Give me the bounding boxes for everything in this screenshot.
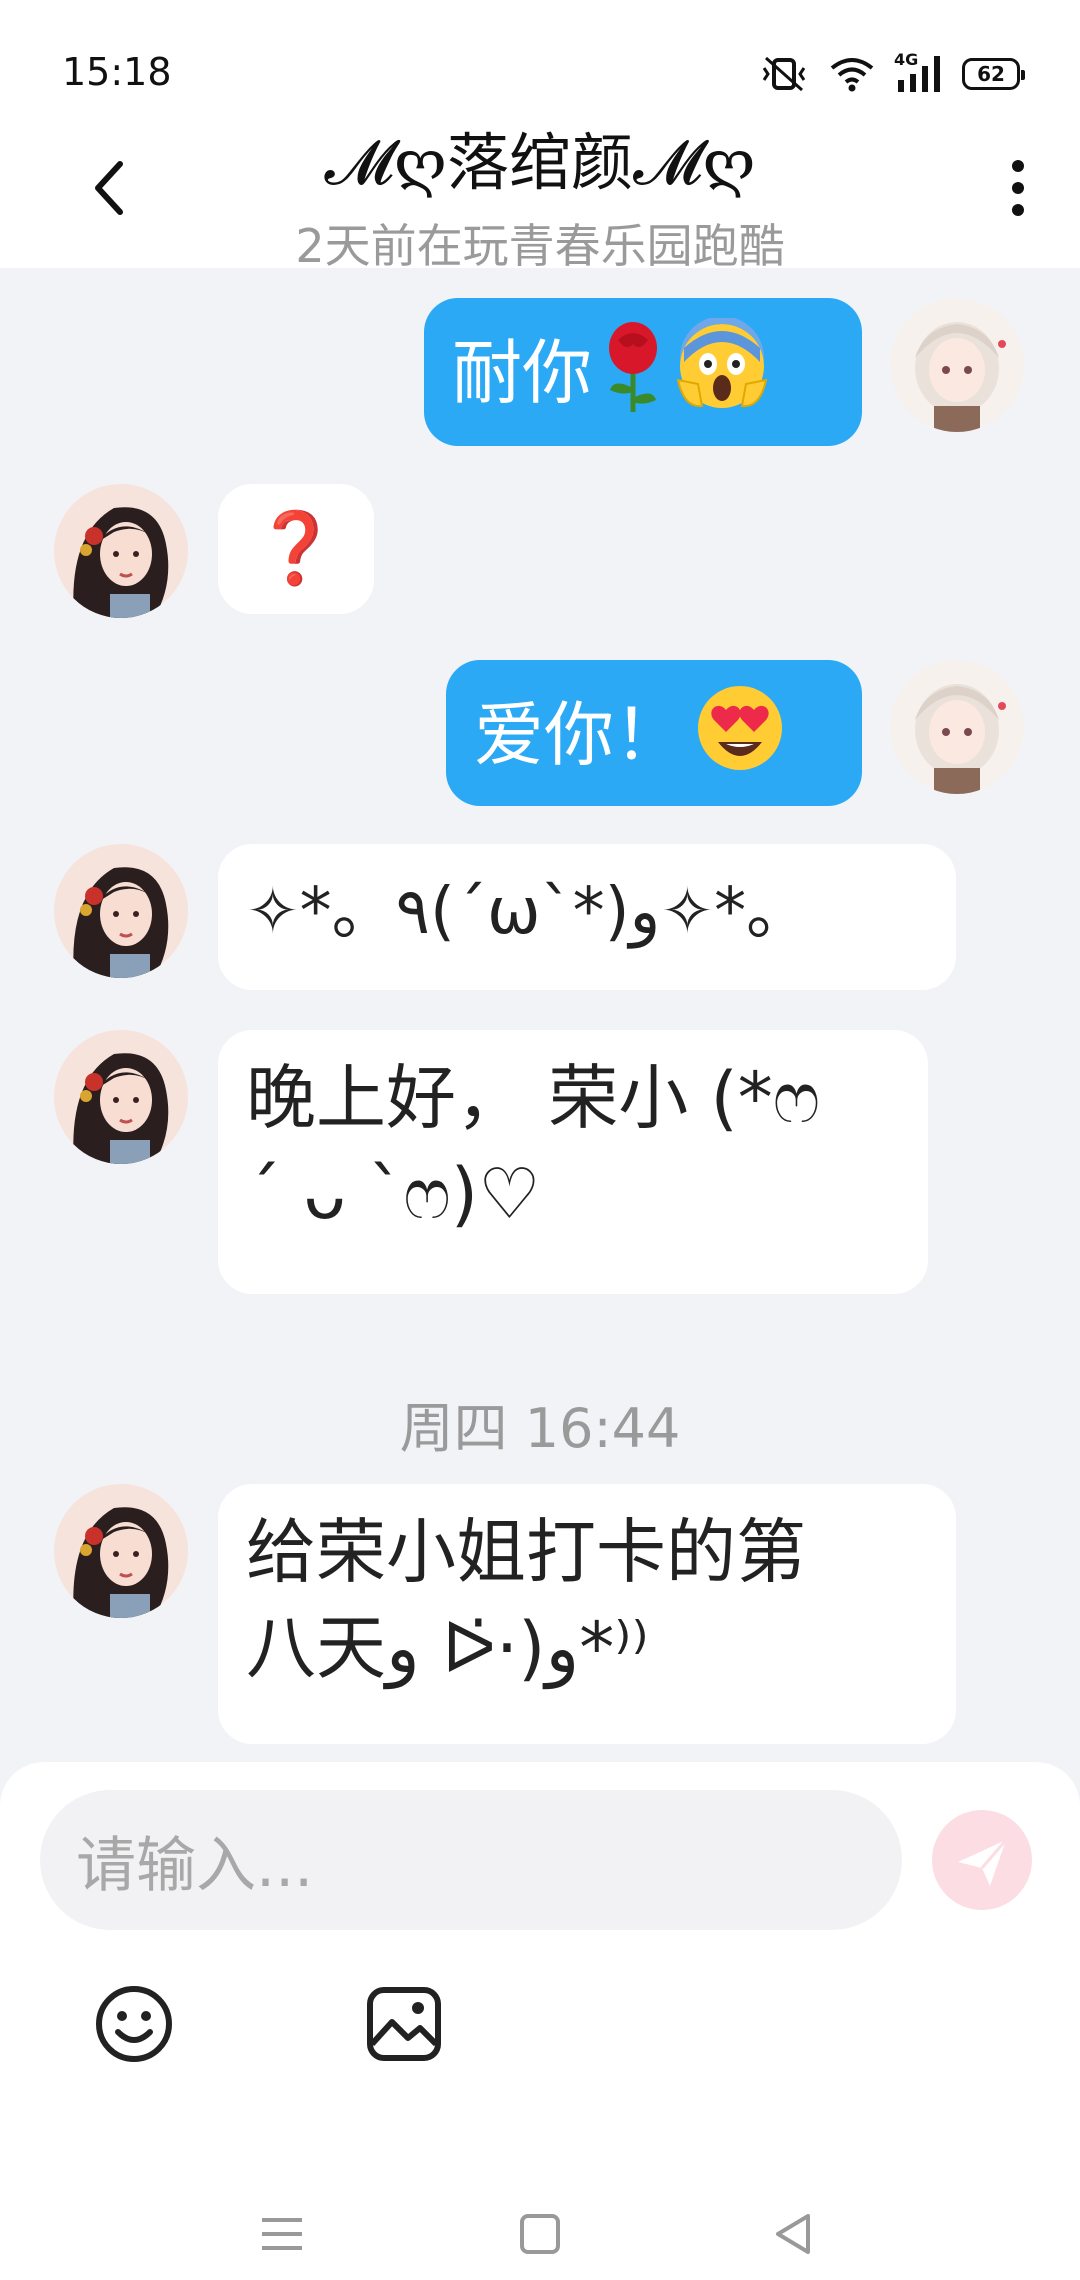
scream-emoji	[674, 316, 770, 438]
message-text: ❓	[252, 507, 340, 589]
status-icons: 4G 62	[758, 50, 1025, 96]
time-separator: 周四 16:44	[399, 1397, 681, 1460]
send-icon	[958, 1839, 1008, 1886]
message-bubble[interactable]: ❓	[218, 484, 374, 614]
emoji-icon[interactable]	[94, 1984, 174, 2064]
message-text: 耐你	[452, 332, 592, 415]
rose-emoji	[600, 318, 666, 438]
message-input-placeholder: 请输入...	[76, 1830, 314, 1901]
status-time: 15:18	[62, 50, 172, 94]
message-bubble[interactable]: 给荣小姐打卡的第 八天و ᐅ̇·)و*⁾⁾	[218, 1484, 956, 1744]
contact-avatar[interactable]	[54, 1030, 188, 1164]
composer-panel: 请输入...	[0, 1762, 1080, 2280]
contact-activity: 2天前在玩青春乐园跑酷	[295, 219, 785, 273]
message-text-line: 八天و ᐅ̇·)و*⁾⁾	[246, 1607, 649, 1689]
menu-nav-icon[interactable]	[252, 2204, 312, 2264]
vibrate-icon	[762, 56, 806, 92]
my-avatar[interactable]	[890, 660, 1024, 794]
back-nav-icon[interactable]	[764, 2204, 824, 2264]
battery-icon: 62	[962, 58, 1025, 90]
message-text-line: 晚上好， 荣小 (*ෆ	[246, 1057, 821, 1139]
message-text: ✧*。٩(ˊωˋ*)و✧*。	[246, 875, 811, 949]
message-bubble[interactable]: ✧*。٩(ˊωˋ*)و✧*。	[218, 844, 956, 990]
top-bar: 15:18 4G 62 𝓜ღ落绾颜𝓜ღ 2天前在玩青春乐园跑酷	[0, 0, 1080, 273]
message-bubble[interactable]: 晚上好， 荣小 (*ෆ ´ ᴗ `ෆ)♡	[218, 1030, 928, 1294]
message-text: 爱你！	[474, 694, 684, 777]
message-input[interactable]: 请输入...	[40, 1790, 902, 1930]
contact-avatar[interactable]	[54, 1484, 188, 1618]
signal-icon: 4G	[894, 50, 944, 94]
message-bubble[interactable]: 耐你	[424, 298, 862, 446]
wifi-icon	[830, 58, 874, 92]
home-nav-icon[interactable]	[510, 2204, 570, 2264]
more-vertical-icon[interactable]	[990, 150, 1046, 226]
message-text-line: 给荣小姐打卡的第	[246, 1511, 806, 1593]
contact-avatar[interactable]	[54, 844, 188, 978]
battery-level: 62	[977, 62, 1005, 86]
my-avatar[interactable]	[890, 298, 1024, 432]
image-icon[interactable]	[364, 1984, 444, 2064]
heart-eyes-emoji	[692, 680, 788, 800]
message-bubble[interactable]: 爱你！	[446, 660, 862, 806]
send-button[interactable]	[932, 1810, 1032, 1910]
contact-name[interactable]: 𝓜ღ落绾颜𝓜ღ	[0, 112, 1080, 202]
contact-avatar[interactable]	[54, 484, 188, 618]
message-text-line: ´ ᴗ `ෆ)♡	[246, 1153, 541, 1235]
